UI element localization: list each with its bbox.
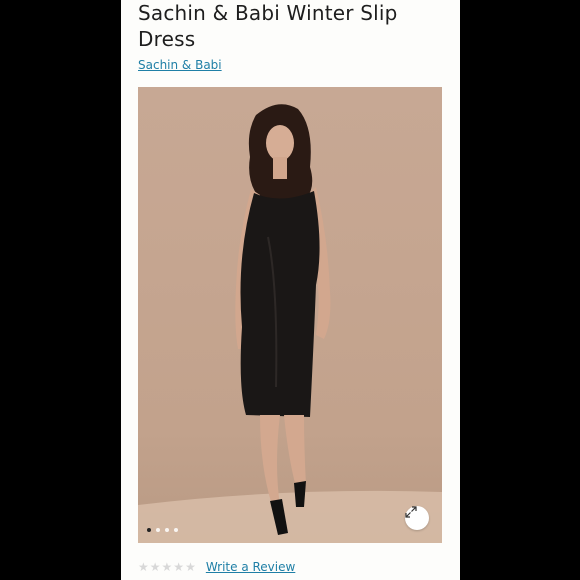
write-review-link[interactable]: Write a Review	[206, 560, 295, 574]
star-icon: ★	[185, 560, 196, 574]
star-icon: ★	[138, 560, 149, 574]
model-photo	[138, 104, 442, 543]
product-image[interactable]	[138, 87, 442, 543]
expand-arrows-icon	[405, 506, 417, 518]
rating-stars: ★ ★ ★ ★ ★	[138, 560, 196, 574]
star-icon: ★	[173, 560, 185, 574]
expand-image-button[interactable]	[405, 506, 429, 530]
product-title: Sachin & Babi Winter Slip Dress	[138, 1, 398, 51]
product-panel: Sachin & Babi Winter Slip Dress Sachin &…	[121, 0, 460, 580]
brand-link[interactable]: Sachin & Babi	[138, 58, 222, 72]
gallery-dot[interactable]	[174, 528, 178, 532]
gallery-dots	[147, 528, 178, 532]
review-row: ★ ★ ★ ★ ★ Write a Review	[138, 560, 295, 574]
star-icon: ★	[161, 560, 173, 574]
star-icon: ★	[149, 560, 161, 574]
gallery-dot[interactable]	[147, 528, 151, 532]
gallery-dot[interactable]	[156, 528, 160, 532]
gallery-dot[interactable]	[165, 528, 169, 532]
